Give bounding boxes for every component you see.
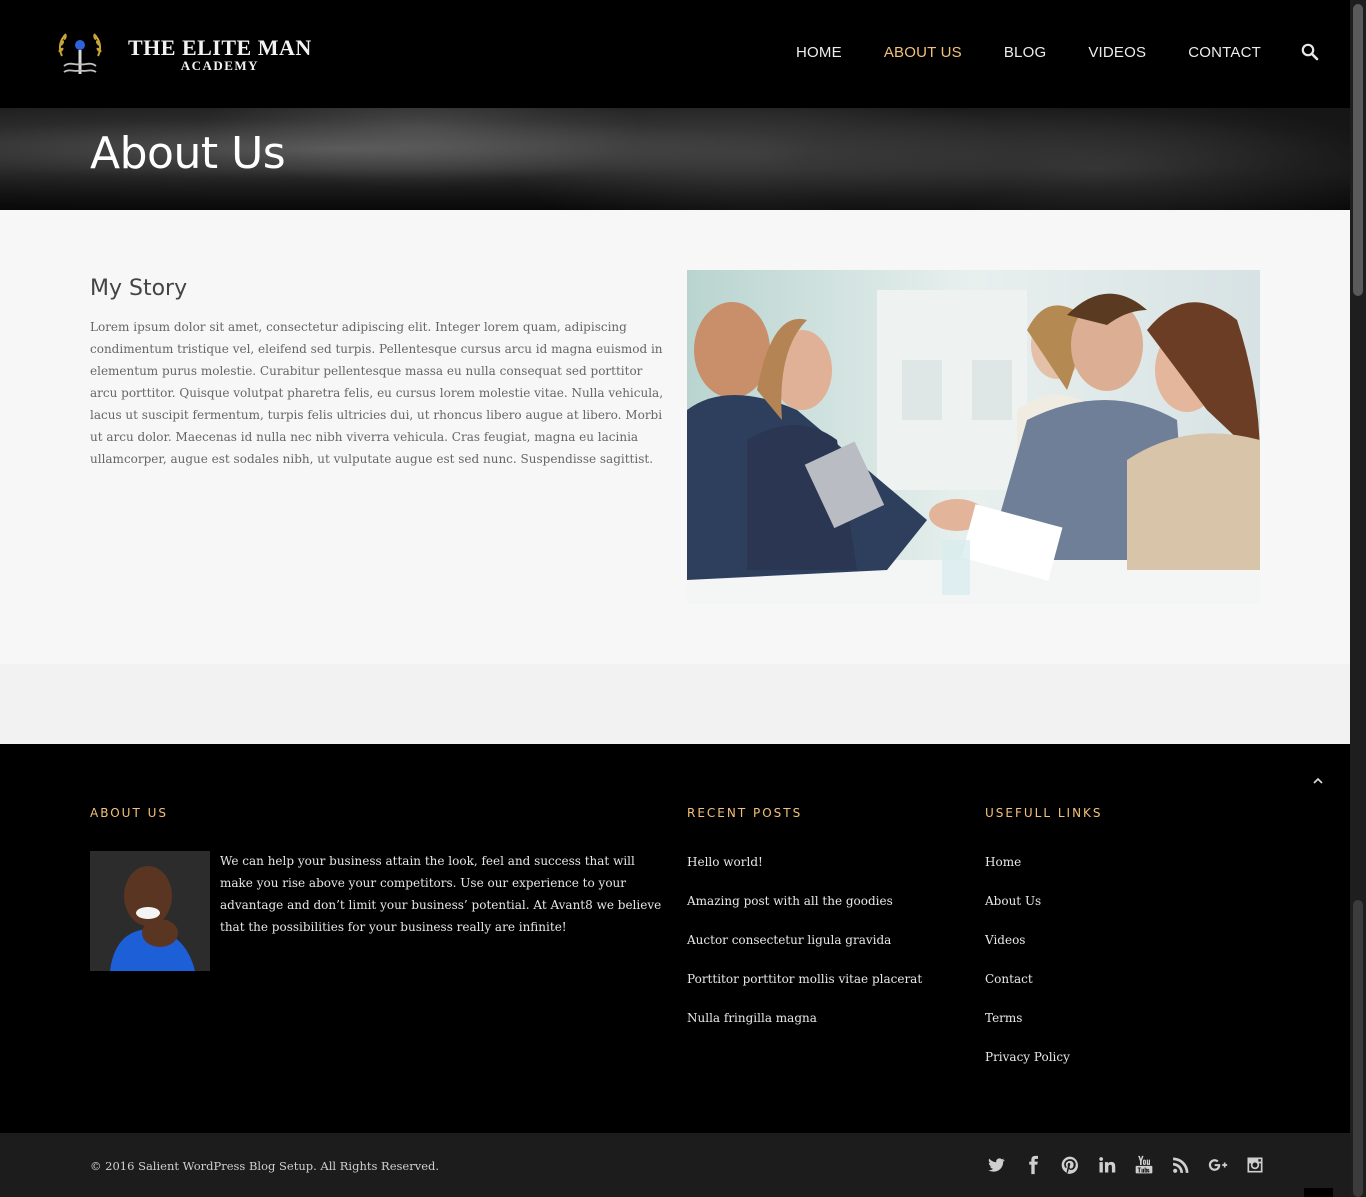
- scrollbar-track-segment: [1353, 900, 1363, 1197]
- logo-wordmark: THE ELITE MAN ACADEMY: [128, 34, 312, 73]
- logo-line-2: ACADEMY: [180, 57, 260, 73]
- footer-about-text: We can help your business attain the loo…: [220, 854, 662, 934]
- site-logo[interactable]: THE ELITE MAN ACADEMY: [50, 28, 312, 80]
- story-section: My Story Lorem ipsum dolor sit amet, con…: [0, 210, 1350, 664]
- footer-recent-posts-heading: RECENT POSTS: [687, 806, 803, 820]
- recent-posts-list: Hello world! Amazing post with all the g…: [687, 854, 922, 1049]
- site-header: THE ELITE MAN ACADEMY HOME ABOUT US BLOG…: [0, 0, 1350, 108]
- footer-useful-links-heading: USEFULL LINKS: [985, 806, 1103, 820]
- back-to-top-icon[interactable]: [1310, 774, 1326, 786]
- useful-links-list: Home About Us Videos Contact Terms Priva…: [985, 854, 1070, 1088]
- linkedin-icon[interactable]: [1097, 1155, 1117, 1175]
- footer-link-contact[interactable]: Contact: [985, 971, 1070, 1010]
- footer-author-photo: [90, 851, 210, 971]
- content-divider-strip: [0, 664, 1350, 744]
- recent-post-link[interactable]: Hello world!: [687, 854, 922, 893]
- facebook-icon[interactable]: [1023, 1155, 1043, 1175]
- recent-post-link[interactable]: Porttitor porttitor mollis vitae placera…: [687, 971, 922, 1010]
- rss-icon[interactable]: [1171, 1155, 1191, 1175]
- page-scrollbar[interactable]: [1350, 0, 1366, 1197]
- page-title: About Us: [90, 128, 286, 179]
- page-title-banner: About Us: [0, 108, 1350, 210]
- footer-link-videos[interactable]: Videos: [985, 932, 1070, 971]
- recent-post-link[interactable]: Amazing post with all the goodies: [687, 893, 922, 932]
- social-links: [986, 1155, 1282, 1175]
- story-body: Lorem ipsum dolor sit amet, consectetur …: [90, 320, 664, 466]
- corner-block: [1304, 1188, 1333, 1197]
- laurel-emblem-icon: [50, 28, 110, 80]
- twitter-icon[interactable]: [986, 1155, 1006, 1175]
- logo-line-1: THE ELITE MAN: [128, 34, 312, 60]
- business-meeting-photo: [687, 270, 1260, 604]
- recent-post-link[interactable]: Auctor consectetur ligula gravida: [687, 932, 922, 971]
- nav-item-blog[interactable]: BLOG: [1004, 44, 1046, 61]
- pinterest-icon[interactable]: [1060, 1155, 1080, 1175]
- footer-link-privacy-policy[interactable]: Privacy Policy: [985, 1049, 1070, 1088]
- nav-item-videos[interactable]: VIDEOS: [1088, 44, 1146, 61]
- scrollbar-thumb[interactable]: [1353, 4, 1363, 296]
- google-plus-icon[interactable]: [1208, 1155, 1228, 1175]
- footer-about-heading: ABOUT US: [90, 806, 169, 820]
- nav-item-home[interactable]: HOME: [796, 44, 842, 61]
- site-footer: ABOUT US We can help your business attai…: [0, 744, 1350, 1133]
- recent-post-link[interactable]: Nulla fringilla magna: [687, 1010, 922, 1049]
- nav-item-contact[interactable]: CONTACT: [1188, 44, 1261, 61]
- main-nav: HOME ABOUT US BLOG VIDEOS CONTACT: [796, 44, 1303, 61]
- instagram-icon[interactable]: [1245, 1155, 1265, 1175]
- footer-link-terms[interactable]: Terms: [985, 1010, 1070, 1049]
- nav-item-about-us[interactable]: ABOUT US: [884, 44, 962, 61]
- footer-link-home[interactable]: Home: [985, 854, 1070, 893]
- copyright-text: © 2016 Salient WordPress Blog Setup. All…: [90, 1159, 440, 1173]
- search-icon[interactable]: [1301, 43, 1319, 61]
- youtube-icon[interactable]: [1134, 1155, 1154, 1175]
- footer-link-about-us[interactable]: About Us: [985, 893, 1070, 932]
- copyright-bar: © 2016 Salient WordPress Blog Setup. All…: [0, 1133, 1350, 1197]
- story-heading: My Story: [90, 276, 188, 301]
